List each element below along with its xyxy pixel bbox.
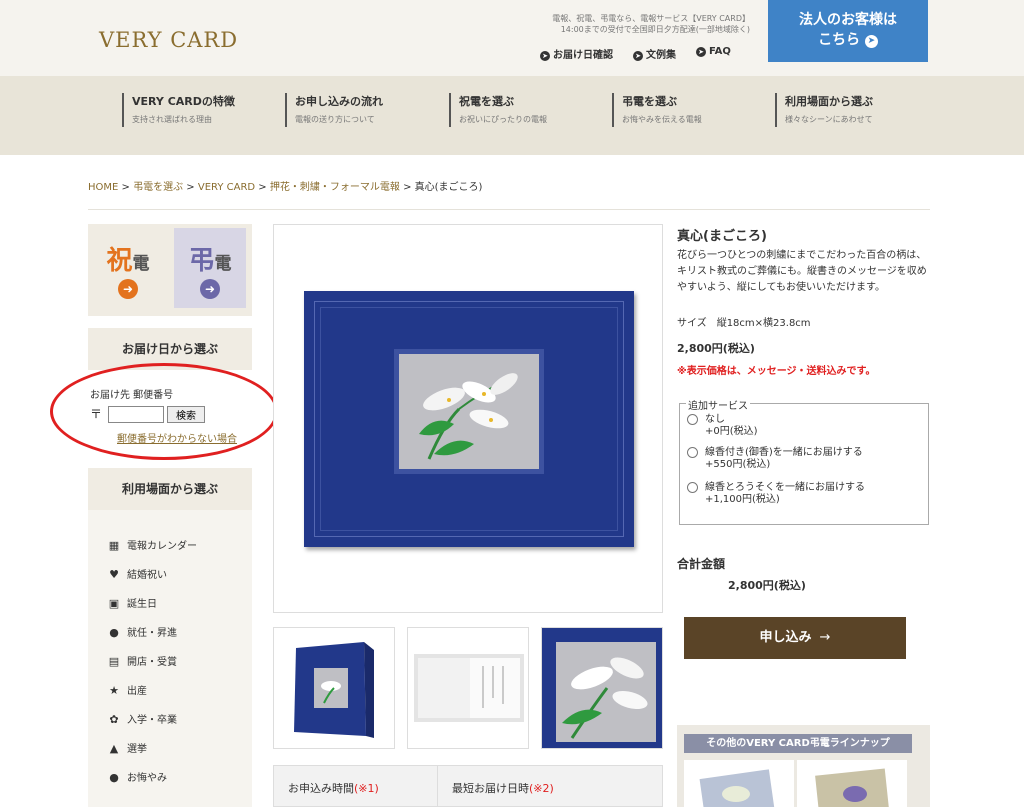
header-tagline: 電報、祝電、弔電なら、電報サービス【VERY CARD】 14:00までの受付で… (552, 14, 750, 34)
header-links: ➤ お届け日確認 ➤ 文例集 ➤ FAQ (540, 46, 731, 61)
radio-button[interactable] (687, 414, 698, 425)
global-nav: VERY CARDの特徴 支持され選ばれる理由 お申し込みの流れ 電報の送り方につい… (0, 76, 1024, 155)
arrow-circle-icon: ➤ (633, 51, 643, 61)
breadcrumb-choden[interactable]: 弔電を選ぶ (133, 182, 183, 193)
megaphone-icon: ▲ (109, 742, 119, 755)
arrow-right-icon: → (819, 630, 831, 645)
thumbnail-2[interactable] (407, 627, 529, 749)
radio-button[interactable] (687, 482, 698, 493)
arrow-circle-icon: ➤ (540, 51, 550, 61)
scene-item-opening[interactable]: ▤ 開店・受賞 (107, 653, 177, 668)
site-logo[interactable]: VERY CARD (99, 28, 238, 52)
nav-item-choden[interactable]: 弔電を選ぶ お悔やみを伝える電報 (612, 93, 702, 127)
total-label: 合計金額 (677, 557, 726, 571)
radio-button[interactable] (687, 447, 698, 458)
nav-item-features[interactable]: VERY CARDの特徴 支持され選ばれる理由 (122, 93, 235, 127)
arrow-right-icon: ➜ (118, 279, 138, 299)
people-icon: ● (109, 626, 119, 639)
choden-button[interactable]: 弔電 ➜ (174, 228, 246, 308)
breadcrumb-home[interactable]: HOME (88, 182, 118, 193)
option-none[interactable]: なし +0円(税込) (687, 414, 758, 438)
scene-item-election[interactable]: ▲ 選挙 (107, 740, 147, 755)
options-legend: 追加サービス (686, 397, 750, 412)
breadcrumb-sep: > (186, 182, 195, 193)
heart-icon: ♥ (109, 568, 119, 581)
shop-icon: ▤ (108, 655, 120, 668)
breadcrumb-sep: > (258, 182, 267, 193)
nav-item-scenes[interactable]: 利用場面から選ぶ 様々なシーンにあわせて (775, 93, 873, 127)
breadcrumb: HOME > 弔電を選ぶ > VERY CARD > 押花・刺繍・フォーマル電報… (88, 178, 482, 193)
corporate-customer-button[interactable]: 法人のお客様は こちら ➤ (768, 0, 928, 62)
option-incense[interactable]: 線香付き(御香)を一緒にお届けする +550円(税込) (687, 447, 863, 471)
lineup-item-2[interactable] (797, 760, 907, 807)
thumbnail-3[interactable] (541, 627, 663, 749)
nav-item-shukuden[interactable]: 祝電を選ぶ お祝いにぴったりの電報 (449, 93, 547, 127)
lily-image (419, 373, 518, 460)
scene-item-birthday[interactable]: ▣ 誕生日 (107, 595, 157, 610)
divider (88, 209, 930, 210)
total-value: 2,800円(税込) (728, 579, 806, 592)
lineup-item-1[interactable] (684, 760, 794, 807)
sample-messages-link[interactable]: ➤ 文例集 (633, 46, 676, 61)
breadcrumb-verycard[interactable]: VERY CARD (198, 182, 255, 193)
order-time-header: お申込み時間(※1) (288, 782, 379, 795)
product-size: サイズ 縦18cm×横23.8cm (677, 318, 811, 329)
arrow-circle-icon: ➤ (864, 35, 878, 48)
sakura-icon: ✿ (109, 713, 119, 726)
gift-icon: ▣ (108, 597, 120, 610)
scene-heading: 利用場面から選ぶ (88, 468, 252, 510)
product-description: 花びら一つひとつの刺繍にまでこだわった百合の柄は、キリスト教式のご葬儀にも。縦書… (677, 250, 927, 293)
scene-item-wedding[interactable]: ♥ 結婚祝い (107, 566, 167, 581)
lineup-heading: その他のVERY CARD弔電ラインナップ (684, 734, 912, 753)
scene-item-birth[interactable]: ★ 出産 (107, 682, 147, 697)
product-title: 真心(まごころ) (677, 229, 767, 244)
thumbnail-1[interactable] (273, 627, 395, 749)
category-switch: 祝電 ➜ 弔電 ➜ (88, 224, 252, 316)
additional-service-group: 追加サービス なし +0円(税込) 線香付き(御香)を一緒にお届けする +550円(… (679, 397, 929, 525)
delivery-time-table: お申込み時間(※1) 最短お届け日時(※2) (273, 765, 663, 807)
delivery-date-link[interactable]: ➤ お届け日確認 (540, 46, 613, 61)
scene-item-promotion[interactable]: ● 就任・昇進 (107, 624, 177, 639)
scene-item-school[interactable]: ✿ 入学・卒業 (107, 711, 177, 726)
arrow-right-icon: ➜ (200, 279, 220, 299)
scene-list: ▦ 電報カレンダー ♥ 結婚祝い ▣ 誕生日 ● 就任・昇進 ▤ 開店・受賞 ★ 出産 ✿ 入… (88, 510, 252, 807)
drop-icon: ● (109, 771, 119, 784)
breadcrumb-current: 真心(まごころ) (414, 182, 483, 193)
price-note: ※表示価格は、メッセージ・送料込みです。 (677, 366, 876, 377)
apply-button[interactable]: 申し込み → (684, 617, 906, 659)
highlight-circle-annotation (50, 363, 278, 460)
nav-item-flow[interactable]: お申し込みの流れ 電報の送り方について (285, 93, 383, 127)
option-incense-candle[interactable]: 線香とろうそくを一緒にお届けする +1,100円(税込) (687, 482, 865, 506)
product-main-image (273, 224, 663, 613)
site-header: VERY CARD 電報、祝電、弔電なら、電報サービス【VERY CARD】 1… (0, 0, 1024, 76)
faq-link[interactable]: ➤ FAQ (696, 46, 731, 61)
calendar-icon: ▦ (108, 539, 120, 552)
scene-item-condolence[interactable]: ● お悔やみ (107, 769, 167, 784)
arrow-circle-icon: ➤ (696, 47, 706, 57)
product-price: 2,800円(税込) (677, 342, 755, 355)
baby-icon: ★ (109, 684, 119, 697)
lineup-section: その他のVERY CARD弔電ラインナップ (677, 725, 930, 807)
breadcrumb-category[interactable]: 押花・刺繍・フォーマル電報 (270, 182, 400, 193)
earliest-delivery-header: 最短お届け日時(※2) (452, 782, 554, 795)
shukuden-button[interactable]: 祝電 ➜ (92, 228, 164, 308)
scene-item-calendar[interactable]: ▦ 電報カレンダー (107, 537, 197, 552)
breadcrumb-sep: > (121, 182, 130, 193)
card-image (304, 291, 634, 547)
breadcrumb-sep: > (403, 182, 412, 193)
